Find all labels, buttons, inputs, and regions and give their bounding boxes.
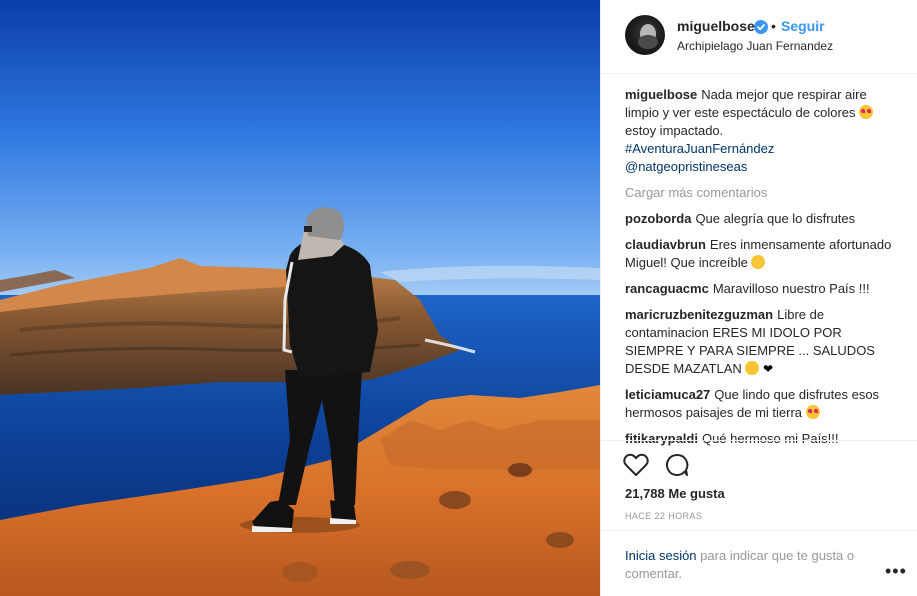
heart-eyes-emoji-icon (859, 105, 874, 119)
author-username[interactable]: miguelbose (677, 18, 755, 34)
post-photo[interactable] (0, 0, 600, 596)
login-link[interactable]: Inicia sesión (625, 548, 697, 563)
landscape-photo-illustration (0, 0, 600, 596)
login-prompt: Inicia sesión para indicar que te gusta … (601, 530, 917, 596)
separator-dot: • (771, 18, 776, 34)
black-heart-icon: ❤ (763, 362, 774, 376)
caption-hashtag-link[interactable]: #AventuraJuanFernández (625, 140, 895, 158)
comments-list: miguelbose Nada mejor que respirar aire l… (625, 86, 895, 456)
comment-item: claudiavbrun Eres inmensamente afortunado… (625, 236, 895, 272)
load-more-comments-button[interactable]: Cargar más comentarios (625, 184, 895, 202)
post-actions: 21,788 Me gusta HACE 22 HORAS (601, 440, 917, 530)
comment-item: leticiamuca27 Que lindo que disfrutes eso… (625, 386, 895, 422)
verified-badge-icon (754, 20, 768, 34)
avatar-beard (638, 35, 658, 49)
caption-username[interactable]: miguelbose (625, 87, 697, 102)
avatar[interactable] (625, 15, 665, 55)
comment-text: Maravilloso nuestro País !!! (712, 281, 870, 296)
caption-mention-link[interactable]: @natgeopristineseas (625, 158, 895, 176)
heart-outline-icon[interactable] (623, 453, 649, 477)
comment-text: Que alegría que lo disfrutes (695, 211, 856, 226)
post-side-panel: miguelbose • Seguir Archipielago Juan Fe… (600, 0, 917, 596)
likes-count[interactable]: 21,788 Me gusta (625, 486, 725, 501)
caption-text-continued: estoy impactado. (625, 123, 724, 138)
instagram-post-window: miguelbose • Seguir Archipielago Juan Fe… (0, 0, 917, 596)
comment-username[interactable]: leticiamuca27 (625, 387, 710, 402)
post-timestamp: HACE 22 HORAS (625, 511, 703, 521)
astonished-emoji-icon (751, 255, 766, 269)
post-header: miguelbose • Seguir Archipielago Juan Fe… (601, 0, 917, 74)
comment-username[interactable]: maricruzbenitezguzman (625, 307, 773, 322)
post-location[interactable]: Archipielago Juan Fernandez (677, 39, 833, 53)
comment-bubble-icon[interactable] (665, 453, 689, 477)
kissing-face-emoji-icon (745, 361, 760, 375)
comment-item: pozoborda Que alegría que lo disfrutes (625, 210, 895, 228)
more-options-icon[interactable]: ••• (885, 561, 907, 582)
comment-username[interactable]: rancaguacmc (625, 281, 709, 296)
login-prompt-text: Inicia sesión para indicar que te gusta … (625, 547, 875, 583)
comment-item: rancaguacmc Maravilloso nuestro País !!! (625, 280, 895, 298)
comment-item: maricruzbenitezguzman Libre de contaminac… (625, 306, 895, 378)
comment-username[interactable]: claudiavbrun (625, 237, 706, 252)
caption: miguelbose Nada mejor que respirar aire l… (625, 86, 895, 176)
heart-eyes-emoji-icon (805, 405, 820, 419)
follow-button[interactable]: Seguir (781, 18, 825, 34)
comment-username[interactable]: pozoborda (625, 211, 691, 226)
